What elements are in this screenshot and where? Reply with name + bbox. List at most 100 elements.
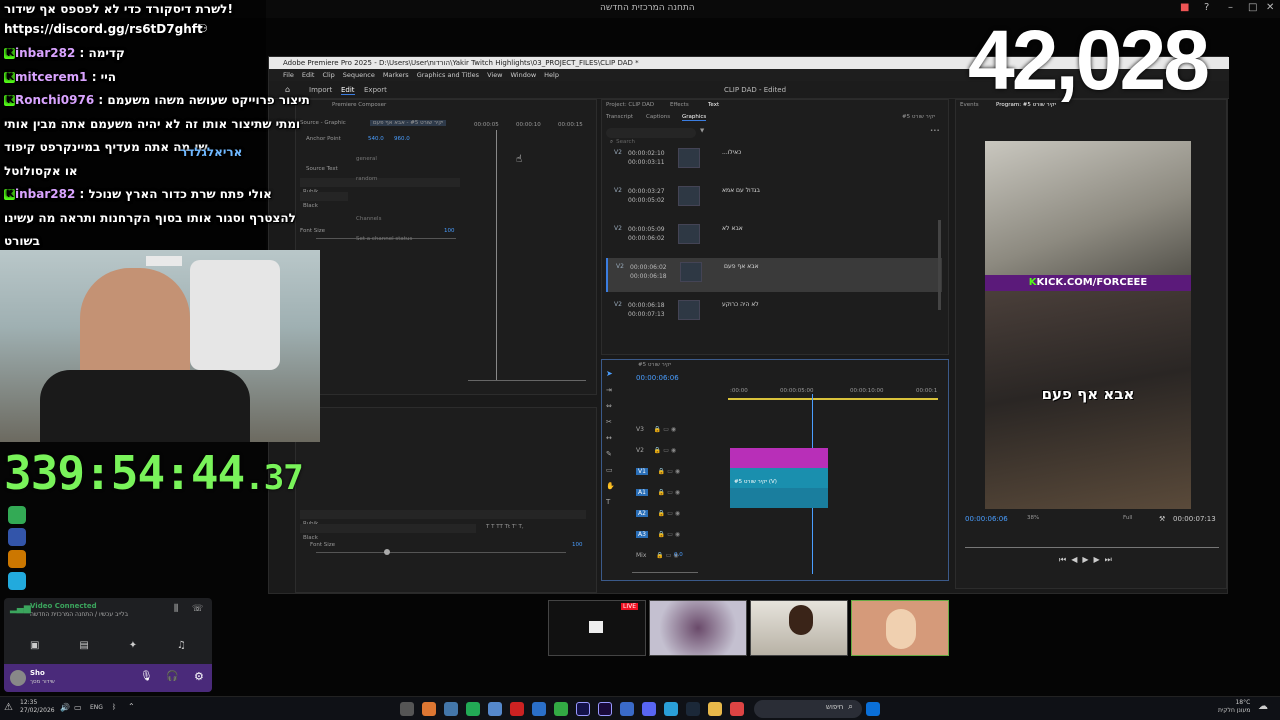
stream-thumb-1[interactable]: LIVE xyxy=(548,600,646,656)
mic-icon[interactable]: 🎙 xyxy=(140,671,153,682)
text-format-buttons[interactable]: T T TT Tt T' T, xyxy=(486,524,524,530)
taskbar-app-8[interactable] xyxy=(554,702,568,716)
filter-icon[interactable]: ▼ xyxy=(700,128,704,134)
razor-icon[interactable]: ✂ xyxy=(606,414,618,430)
file-explorer-icon[interactable] xyxy=(708,702,722,716)
wrench-icon[interactable]: ⚒ xyxy=(1159,515,1165,523)
menu-item-graphics-and-titles[interactable]: Graphics and Titles xyxy=(417,69,479,81)
volume-icon[interactable]: 🔊 xyxy=(60,703,70,712)
slider-thumb[interactable] xyxy=(384,549,390,555)
headphones-icon[interactable]: 🎧 xyxy=(166,671,178,682)
premiere-icon[interactable] xyxy=(598,702,612,716)
timeline-zoom-bar[interactable] xyxy=(632,572,698,573)
signal-icon[interactable]: ▂▄▆ xyxy=(10,604,31,614)
style-select[interactable]: Black xyxy=(300,192,348,209)
taskbar-app-3[interactable] xyxy=(444,702,458,716)
track-select-icon[interactable]: ⇥ xyxy=(606,382,618,398)
track-toggles[interactable]: 🔒 ▭ ◉ xyxy=(658,531,680,538)
chat-username[interactable]: Ronchi0976 xyxy=(15,93,94,107)
graphic-list-item[interactable]: V2 00:00:06:18 00:00:07:13 לא היה כרוקע xyxy=(606,296,942,330)
tab-text[interactable]: Text xyxy=(708,102,719,108)
program-timecode-left[interactable]: 00:00:06:06 xyxy=(965,515,1008,523)
taskbar-search[interactable]: חיפוש ⌕ xyxy=(754,700,862,718)
stream-thumb-3[interactable] xyxy=(750,600,848,656)
ec-playhead[interactable] xyxy=(496,130,497,380)
disconnect-icon[interactable]: ☏ xyxy=(192,604,203,614)
tab-import[interactable]: Import xyxy=(309,86,332,94)
user-add-icon[interactable]: ⚇ xyxy=(198,22,208,35)
weather-widget[interactable]: 18°C מעונן חלקית xyxy=(1218,699,1250,715)
menu-item-markers[interactable]: Markers xyxy=(383,69,409,81)
track-header[interactable]: A3 🔒 ▭ ◉ xyxy=(622,531,932,545)
voice-channel[interactable]: בלייב עכשיו / התחנה המרכזית החדשה xyxy=(30,611,128,618)
taskbar-app-1[interactable] xyxy=(400,702,414,716)
track-toggles[interactable]: 🔒 ▭ ◉ xyxy=(654,426,676,433)
network-icon[interactable]: ▭ xyxy=(74,703,82,712)
menu-item-help[interactable]: Help xyxy=(544,69,559,81)
app-icon-3[interactable] xyxy=(8,550,26,568)
timeline-name[interactable]: יקיר שורט #5 xyxy=(638,362,671,368)
transport-controls[interactable]: ⏮◀▶▶⏭ xyxy=(1059,555,1117,565)
menu-item-file[interactable]: File xyxy=(283,69,294,81)
track-toggles[interactable]: 🔒 ▭ ◉ xyxy=(658,468,680,475)
avatar[interactable] xyxy=(10,670,26,686)
taskbar-app-2[interactable] xyxy=(422,702,436,716)
subtab-graphics[interactable]: Graphics xyxy=(682,114,707,121)
camera-icon[interactable]: ▣ xyxy=(30,640,39,658)
search-input[interactable]: ⌕ Search xyxy=(606,128,696,145)
font-size-slider-2[interactable] xyxy=(316,552,566,553)
close-icon[interactable]: ✕ xyxy=(1266,2,1274,13)
app-icon-4[interactable] xyxy=(8,572,26,590)
mix-value[interactable]: 0.0 xyxy=(674,552,683,558)
font-select[interactable]: Rubik xyxy=(300,178,460,195)
taskbar-app-6[interactable] xyxy=(510,702,524,716)
more-icon[interactable]: ••• xyxy=(930,128,940,134)
chat-username[interactable]: inbar282 xyxy=(15,187,75,201)
telegram-icon[interactable] xyxy=(664,702,678,716)
chat-username[interactable]: inbar282 xyxy=(15,46,75,60)
taskbar-app-11[interactable] xyxy=(620,702,634,716)
menu-item-sequence[interactable]: Sequence xyxy=(343,69,375,81)
taskbar-app-7[interactable] xyxy=(532,702,546,716)
graphic-list-item[interactable]: V2 00:00:03:27 00:00:05:02 בגדול עם אמא xyxy=(606,182,942,216)
tab-edit[interactable]: Edit xyxy=(341,86,355,95)
rectangle-icon[interactable]: ▭ xyxy=(606,462,618,478)
clock[interactable]: 12:35 27/02/2026 xyxy=(20,699,55,715)
start-button[interactable] xyxy=(866,702,880,716)
track-toggles[interactable]: 🔒 ▭ ◉ xyxy=(654,447,676,454)
track-header[interactable]: Mix 🔒 ▭ ◉ xyxy=(622,552,932,566)
graphic-list-item[interactable]: V2 00:00:06:02 00:00:06:18 אבא אף פעם xyxy=(606,258,942,292)
track-header[interactable]: A2 🔒 ▭ ◉ xyxy=(622,510,932,524)
anchor-x[interactable]: 540.0 xyxy=(368,136,384,142)
taskbar-app-4[interactable] xyxy=(466,702,480,716)
taskbar-app-5[interactable] xyxy=(488,702,502,716)
program-scrubber[interactable] xyxy=(965,547,1219,548)
tab-effects[interactable]: Effects xyxy=(670,102,689,108)
graphic-list-item[interactable]: V2 00:00:05:09 00:00:06:02 אבא לא xyxy=(606,220,942,254)
tab-project[interactable]: Project: CLIP DAD xyxy=(606,102,654,108)
activity-icon[interactable]: ✦ xyxy=(129,640,137,658)
subtab-transcript[interactable]: Transcript xyxy=(606,114,633,120)
stream-thumb-2[interactable] xyxy=(649,600,747,656)
discord-link[interactable]: https://discord.gg/rs6tD7ghft xyxy=(4,22,203,36)
clip-v2-graphics[interactable] xyxy=(730,448,828,468)
track-header[interactable]: V3 🔒 ▭ ◉ xyxy=(622,426,932,440)
selection-tool-icon[interactable]: ➤ xyxy=(606,366,618,382)
screen-share-icon[interactable]: ▤ xyxy=(79,640,88,658)
maximize-icon[interactable]: □ xyxy=(1248,2,1257,13)
track-toggles[interactable]: 🔒 ▭ ◉ xyxy=(658,510,680,517)
menu-item-window[interactable]: Window xyxy=(511,69,537,81)
zoom-select[interactable]: 38% xyxy=(1027,515,1039,521)
clip-v1-video[interactable]: יקיר שורט #5 (V) xyxy=(730,468,828,488)
hand-icon[interactable]: ✋ xyxy=(606,478,618,494)
list-scrollbar[interactable] xyxy=(938,220,941,310)
settings-gear-icon[interactable]: ⚙ xyxy=(194,670,204,683)
timeline-timecode[interactable]: 00:00:06:06 xyxy=(636,374,679,382)
bluetooth-icon[interactable]: ᛒ xyxy=(112,703,116,711)
menu-item-view[interactable]: View xyxy=(487,69,502,81)
font-size-value-2[interactable]: 100 xyxy=(572,542,583,548)
sequence-select[interactable]: יקיר שורט #5 - אבא אף פעם xyxy=(370,120,447,126)
stream-thumb-4[interactable] xyxy=(851,600,949,656)
tab-export[interactable]: Export xyxy=(364,86,387,94)
brave-icon[interactable] xyxy=(730,702,744,716)
